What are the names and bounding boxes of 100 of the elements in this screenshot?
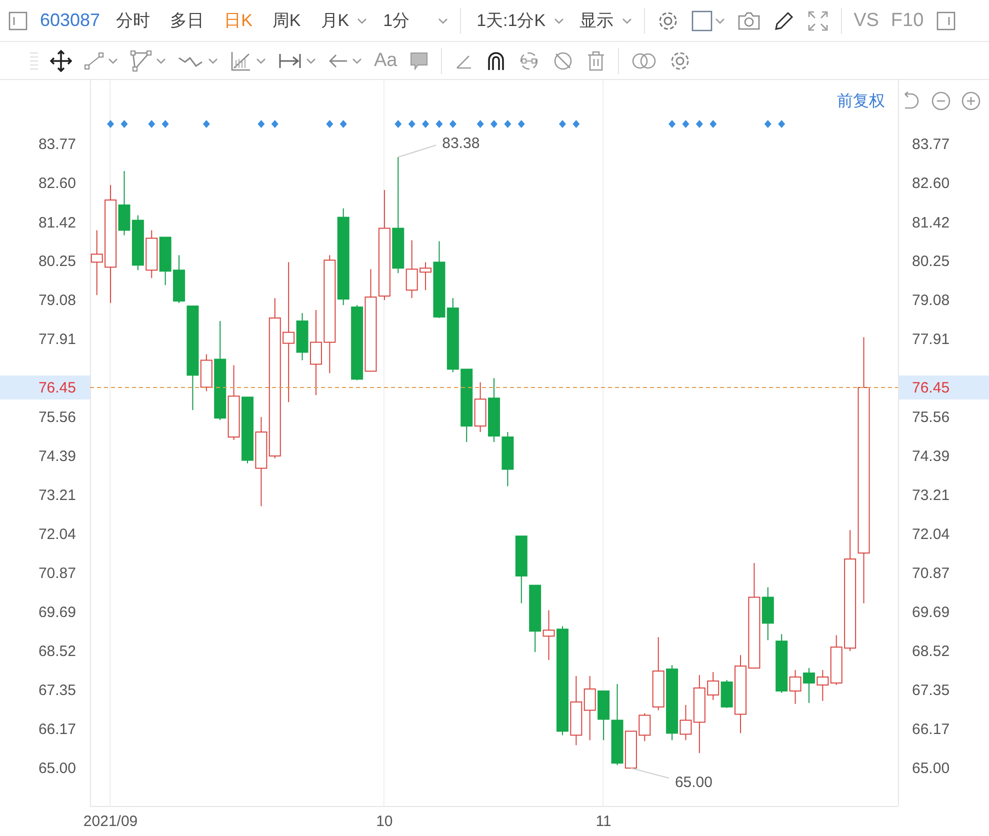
period-tab[interactable]: 周K <box>268 9 305 32</box>
line-tool-icon[interactable] <box>84 50 104 70</box>
axis-label: 73.21 <box>912 487 950 504</box>
axis-label: 70.87 <box>38 564 76 582</box>
axis-label: 77.91 <box>38 330 76 348</box>
event-marker-icon[interactable] <box>682 120 690 128</box>
axis-label: 80.25 <box>38 253 76 270</box>
zoom-out-icon[interactable] <box>931 91 951 111</box>
polygon-tool-icon[interactable] <box>130 50 152 72</box>
axis-label: 2021/09 <box>83 813 138 830</box>
panel-toggle-icon[interactable] <box>8 10 28 30</box>
settings-icon[interactable] <box>669 50 692 72</box>
axis-label: 83.77 <box>38 136 76 154</box>
fullscreen-icon[interactable] <box>806 10 829 32</box>
caret-icon[interactable] <box>622 18 632 24</box>
event-marker-icon[interactable] <box>340 120 347 128</box>
caret-icon[interactable] <box>208 58 218 64</box>
caret-icon[interactable] <box>108 58 118 64</box>
event-marker-icon[interactable] <box>696 120 703 128</box>
axis-label: 70.87 <box>912 564 950 582</box>
caret-icon[interactable] <box>438 18 448 24</box>
caret-icon[interactable] <box>352 58 362 64</box>
event-marker-icon[interactable] <box>668 120 676 128</box>
axis-label: 67.35 <box>912 682 950 699</box>
event-marker-icon[interactable] <box>436 120 443 128</box>
event-marker-icon[interactable] <box>408 120 416 128</box>
event-marker-icon[interactable] <box>476 120 484 128</box>
axis-label: 65.00 <box>38 760 76 778</box>
event-marker-icon[interactable] <box>572 120 580 128</box>
leader-line <box>398 144 437 158</box>
axis-label: 82.60 <box>38 175 76 192</box>
axis-label: 66.17 <box>912 721 950 738</box>
event-marker-icon[interactable] <box>271 120 278 128</box>
candlestick <box>146 230 158 279</box>
trash-icon[interactable] <box>586 50 606 72</box>
caret-icon[interactable] <box>554 18 564 24</box>
axis-label: 65.00 <box>912 760 950 778</box>
axis-label: 74.39 <box>38 448 76 465</box>
candlestick <box>515 536 528 604</box>
axis-label: 82.60 <box>912 175 950 192</box>
eye-off-icon[interactable] <box>552 50 574 72</box>
axis-label: 69.69 <box>912 604 950 622</box>
caret-icon[interactable] <box>306 58 316 64</box>
camera-icon[interactable] <box>736 10 761 30</box>
event-marker-icon[interactable] <box>148 120 156 128</box>
move-icon[interactable] <box>50 50 72 72</box>
event-marker-icon[interactable] <box>490 120 498 128</box>
axis-label: 68.52 <box>912 643 950 660</box>
chart-fill-tool-icon[interactable] <box>230 50 252 72</box>
candlestick <box>488 378 500 442</box>
panel-toggle-icon[interactable] <box>936 10 956 30</box>
magnet-icon[interactable] <box>486 50 506 72</box>
settings-icon[interactable] <box>656 10 679 32</box>
stock-code: 603087 <box>40 10 100 31</box>
axis-label: 83.77 <box>912 136 950 154</box>
candlestick <box>570 676 582 746</box>
event-marker-icon[interactable] <box>504 120 512 128</box>
axis-label: 75.56 <box>38 409 76 426</box>
axis-label: 67.35 <box>38 682 76 699</box>
axis-label: 72.04 <box>912 526 950 544</box>
event-marker-icon[interactable] <box>449 120 456 128</box>
event-marker-icon[interactable] <box>162 120 169 128</box>
axis-label: 69.69 <box>38 604 76 622</box>
price-adjust-button[interactable]: 前复权 <box>837 90 885 112</box>
axis-label: 68.52 <box>38 643 76 660</box>
comment-icon[interactable] <box>409 50 430 70</box>
period-tab[interactable]: 1分 <box>379 9 414 32</box>
candlestick <box>707 672 720 700</box>
event-marker-icon[interactable] <box>394 120 402 128</box>
event-marker-icon[interactable] <box>558 120 566 128</box>
period-tab[interactable]: 月K <box>316 9 354 32</box>
display-dropdown[interactable]: 显示 <box>576 9 618 32</box>
event-marker-icon[interactable] <box>202 120 210 128</box>
event-marker-icon[interactable] <box>258 120 265 128</box>
event-marker-icon[interactable] <box>120 120 128 128</box>
event-marker-icon[interactable] <box>518 120 525 128</box>
axis-label: 66.17 <box>38 721 76 738</box>
caret-icon[interactable] <box>357 18 368 24</box>
period-tab[interactable]: 分时 <box>112 9 154 32</box>
event-marker-icon[interactable] <box>764 120 772 128</box>
overlap-circles-icon[interactable] <box>631 50 658 70</box>
square-icon[interactable] <box>690 10 713 32</box>
event-marker-icon[interactable] <box>326 120 334 128</box>
event-marker-icon[interactable] <box>107 120 114 128</box>
leader-line <box>630 768 670 779</box>
axis-label: 77.91 <box>912 330 950 348</box>
last-price-label: 76.45 <box>912 379 950 396</box>
caret-icon[interactable] <box>156 58 166 64</box>
caret-icon[interactable] <box>714 18 725 24</box>
drag-handle-icon[interactable] <box>30 50 38 70</box>
axis-label: 80.25 <box>912 253 950 270</box>
price-label: 83.38 <box>442 135 480 152</box>
event-marker-icon[interactable] <box>710 120 717 128</box>
pencil-icon[interactable] <box>772 10 795 32</box>
period-tab[interactable]: 多日 <box>166 9 208 32</box>
event-marker-icon[interactable] <box>422 120 430 128</box>
range-dropdown[interactable]: 1天:1分K <box>472 9 550 32</box>
event-marker-icon[interactable] <box>778 120 786 128</box>
zoom-in-icon[interactable] <box>961 91 981 111</box>
caret-icon[interactable] <box>256 58 266 64</box>
